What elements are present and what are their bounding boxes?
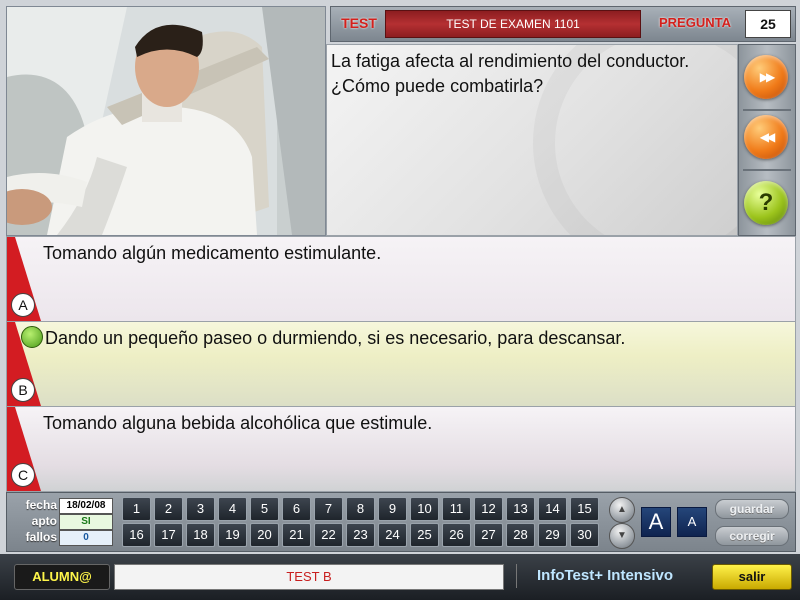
answer-option-c[interactable]: C Tomando alguna bebida alcohólica que e… <box>6 406 796 492</box>
correct-smiley-icon <box>21 326 43 348</box>
question-jump-button[interactable]: 3 <box>186 497 215 521</box>
question-jump-button[interactable]: 18 <box>186 523 215 547</box>
brand-logo: InfoTest+ Intensivo <box>516 564 693 588</box>
question-jump-button[interactable]: 1 <box>122 497 151 521</box>
question-jump-button[interactable]: 26 <box>442 523 471 547</box>
correct-button[interactable]: corregir <box>715 526 789 546</box>
question-jump-button[interactable]: 24 <box>378 523 407 547</box>
question-jump-button[interactable]: 20 <box>250 523 279 547</box>
save-button[interactable]: guardar <box>715 499 789 519</box>
question-jump-button[interactable]: 22 <box>314 523 343 547</box>
question-text: La fatiga afecta al rendimiento del cond… <box>331 51 690 96</box>
apto-value: SI <box>59 514 113 530</box>
chevron-up-icon: ▲ <box>617 504 627 515</box>
question-jump-button[interactable]: 11 <box>442 497 471 521</box>
question-jump-button[interactable]: 8 <box>346 497 375 521</box>
question-jump-button[interactable]: 6 <box>282 497 311 521</box>
test-label: TEST <box>341 15 377 31</box>
question-jump-button[interactable]: 4 <box>218 497 247 521</box>
question-jump-button[interactable]: 13 <box>506 497 535 521</box>
question-jump-button[interactable]: 25 <box>410 523 439 547</box>
divider <box>743 169 791 171</box>
question-jump-button[interactable]: 14 <box>538 497 567 521</box>
question-photo <box>6 6 326 236</box>
date-label: fecha <box>25 498 57 512</box>
footer-bar: ALUMN@ TEST B InfoTest+ Intensivo salir <box>0 554 800 600</box>
chevron-down-icon: ▼ <box>617 530 627 541</box>
exit-button[interactable]: salir <box>712 564 792 590</box>
divider <box>743 109 791 111</box>
answer-text-c: Tomando alguna bebida alcohólica que est… <box>43 413 433 433</box>
help-button[interactable]: ? <box>744 181 788 225</box>
question-jump-button[interactable]: 21 <box>282 523 311 547</box>
question-jump-button[interactable]: 7 <box>314 497 343 521</box>
question-panel: La fatiga afecta al rendimiento del cond… <box>326 44 738 236</box>
font-size-small-button[interactable]: A <box>677 507 707 537</box>
answer-letter-b: B <box>11 378 35 402</box>
question-jump-button[interactable]: 29 <box>538 523 567 547</box>
question-jump-button[interactable]: 16 <box>122 523 151 547</box>
answer-letter-c: C <box>11 463 35 487</box>
question-jump-button[interactable]: 10 <box>410 497 439 521</box>
help-icon: ? <box>758 189 774 216</box>
fast-forward-icon: ▶▶ <box>759 70 776 84</box>
exam-title: TEST DE EXAMEN 1101 <box>385 10 641 38</box>
question-jump-button[interactable]: 27 <box>474 523 503 547</box>
fallos-label: fallos <box>25 530 57 544</box>
header-bar: TEST TEST DE EXAMEN 1101 PREGUNTA 25 <box>330 6 796 42</box>
question-jump-button[interactable]: 28 <box>506 523 535 547</box>
answer-letter-a: A <box>11 293 35 317</box>
answer-text-b: Dando un pequeño paseo o durmiendo, si e… <box>45 328 626 348</box>
student-label: ALUMN@ <box>14 564 110 590</box>
next-question-button[interactable]: ▶▶ <box>744 55 788 99</box>
question-label: PREGUNTA <box>659 15 731 30</box>
font-size-large-button[interactable]: A <box>641 507 671 537</box>
question-jump-button[interactable]: 9 <box>378 497 407 521</box>
rewind-icon: ◀◀ <box>759 130 776 144</box>
question-jump-button[interactable]: 12 <box>474 497 503 521</box>
scroll-down-button[interactable]: ▼ <box>609 523 635 549</box>
answer-option-b[interactable]: B Dando un pequeño paseo o durmiendo, si… <box>6 321 796 407</box>
apto-label: apto <box>31 514 57 528</box>
question-jump-button[interactable]: 15 <box>570 497 599 521</box>
control-strip: fecha 18/02/08 apto SI fallos 0 12345678… <box>6 492 796 552</box>
date-value: 18/02/08 <box>59 498 113 514</box>
question-jump-button[interactable]: 23 <box>346 523 375 547</box>
question-jump-button[interactable]: 5 <box>250 497 279 521</box>
question-jump-button[interactable]: 19 <box>218 523 247 547</box>
previous-question-button[interactable]: ◀◀ <box>744 115 788 159</box>
navigation-panel: ▶▶ ◀◀ ? <box>738 44 796 236</box>
question-jump-button[interactable]: 30 <box>570 523 599 547</box>
answer-text-a: Tomando algún medicamento estimulante. <box>43 243 382 263</box>
fallos-value: 0 <box>59 530 113 546</box>
scroll-up-button[interactable]: ▲ <box>609 497 635 523</box>
question-jump-button[interactable]: 17 <box>154 523 183 547</box>
student-name: TEST B <box>114 564 504 590</box>
answer-option-a[interactable]: A Tomando algún medicamento estimulante. <box>6 236 796 322</box>
question-number: 25 <box>745 10 791 38</box>
question-jump-button[interactable]: 2 <box>154 497 183 521</box>
